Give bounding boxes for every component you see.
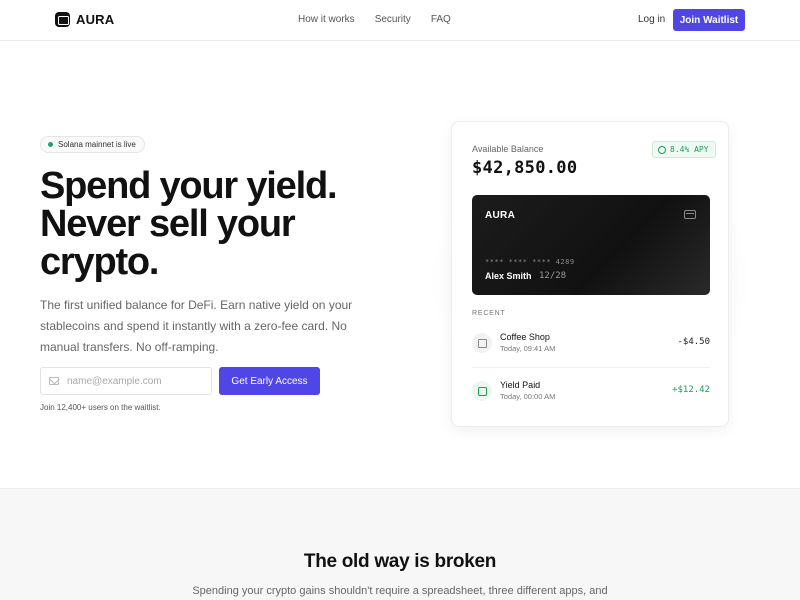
transaction-divider <box>472 367 710 368</box>
transaction-amount: +$12.42 <box>672 385 710 395</box>
hero-title-line-1: Spend your yield. <box>40 165 338 207</box>
status-badge-label: Solana mainnet is live <box>58 140 136 149</box>
join-waitlist-button[interactable]: Join Waitlist <box>673 9 745 31</box>
recent-label: RECENT <box>472 310 506 317</box>
yield-icon <box>472 381 492 401</box>
top-navbar: AURA How it works Security FAQ Log in Jo… <box>0 0 800 41</box>
apy-icon <box>658 146 666 154</box>
card-expiry: 12/28 <box>539 271 567 281</box>
card-chip-icon <box>684 210 696 219</box>
nav-faq[interactable]: FAQ <box>431 14 451 25</box>
apy-badge: 8.4% APY <box>652 141 716 158</box>
email-placeholder: name@example.com <box>67 375 162 387</box>
brand-logo[interactable]: AURA <box>55 12 114 27</box>
card-holder: Alex Smith <box>485 271 532 281</box>
receipt-icon <box>472 333 492 353</box>
transaction-time: Today, 00:00 AM <box>500 392 556 401</box>
card-number: **** **** **** 4289 <box>485 258 575 266</box>
card-brand: AURA <box>485 210 516 221</box>
mail-icon <box>49 377 59 385</box>
main-nav: How it works Security FAQ <box>298 14 451 25</box>
hero-title-line-3: crypto. <box>40 241 159 283</box>
live-dot-icon <box>48 142 53 147</box>
transaction-row: Coffee Shop Today, 09:41 AM -$4.50 <box>472 330 710 366</box>
transaction-name: Coffee Shop <box>500 332 550 342</box>
transaction-amount: -$4.50 <box>677 337 710 347</box>
transaction-name: Yield Paid <box>500 380 541 390</box>
section-subtitle: Spending your crypto gains shouldn't req… <box>192 585 608 597</box>
problem-section: The old way is broken Spending your cryp… <box>0 488 800 600</box>
nav-security[interactable]: Security <box>375 14 411 25</box>
balance-value: $42,850.00 <box>472 158 578 178</box>
transaction-row: Yield Paid Today, 00:00 AM +$12.42 <box>472 378 710 414</box>
wallet-preview-card: Available Balance $42,850.00 8.4% APY AU… <box>451 121 729 427</box>
balance-label: Available Balance <box>472 144 544 154</box>
hero-title: Spend your yield. Never sell your crypto… <box>40 167 420 281</box>
waitlist-note: Join 12,400+ users on the waitlist. <box>40 403 161 412</box>
debit-card: AURA **** **** **** 4289 Alex Smith 12/2… <box>472 195 710 295</box>
section-title: The old way is broken <box>303 551 497 572</box>
get-early-access-button[interactable]: Get Early Access <box>219 367 320 395</box>
hero-subtitle: The first unified balance for DeFi. Earn… <box>40 298 353 354</box>
email-field[interactable]: name@example.com <box>40 367 212 395</box>
transaction-time: Today, 09:41 AM <box>500 344 556 353</box>
nav-how-it-works[interactable]: How it works <box>298 14 355 25</box>
status-badge: Solana mainnet is live <box>40 136 145 153</box>
hero-title-line-2: Never sell your <box>40 203 296 245</box>
brand-name: AURA <box>76 12 115 27</box>
login-link[interactable]: Log in <box>638 14 665 25</box>
apy-label: 8.4% APY <box>670 145 709 154</box>
card-logo-icon <box>55 12 70 27</box>
